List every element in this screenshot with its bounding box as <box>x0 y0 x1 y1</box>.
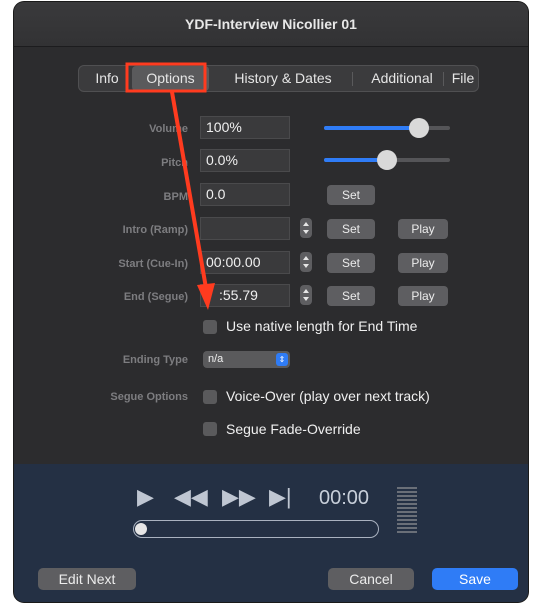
start-play-button[interactable]: Play <box>398 253 448 273</box>
save-button[interactable]: Save <box>432 568 518 590</box>
scrub-bar[interactable] <box>133 520 379 538</box>
window-title: YDF-Interview Nicollier 01 <box>185 16 357 32</box>
intro-field[interactable] <box>200 217 290 240</box>
level-meter <box>397 487 417 535</box>
ending-type-label: Ending Type <box>122 354 188 366</box>
chevron-updown-icon: ⇕ <box>276 353 288 366</box>
tab-info-label: Info <box>95 70 119 86</box>
start-label: Start (Cue-In) <box>118 258 188 270</box>
segue-fade-label: Segue Fade-Override <box>226 421 361 437</box>
edit-next-button[interactable]: Edit Next <box>38 568 136 590</box>
segue-fade-checkbox[interactable] <box>203 422 217 436</box>
tab-separator <box>352 72 353 86</box>
end-set-button[interactable]: Set <box>327 286 375 306</box>
tab-options-label: Options <box>146 70 195 86</box>
transport-time: 00:00 <box>319 487 370 509</box>
end-play-button[interactable]: Play <box>398 286 448 306</box>
volume-slider-knob[interactable] <box>409 118 429 138</box>
segue-options-label: Segue Options <box>110 391 188 403</box>
skip-forward-icon[interactable]: ▶| <box>269 484 292 510</box>
end-field[interactable]: :55.79 <box>200 284 290 307</box>
intro-set-button[interactable]: Set <box>327 219 375 239</box>
bpm-field[interactable]: 0.0 <box>200 183 290 206</box>
stepper-down-icon <box>303 264 309 268</box>
play-icon[interactable]: ▶ <box>137 484 154 510</box>
tab-additional[interactable]: Additional <box>357 66 447 91</box>
start-field[interactable]: 00:00.00 <box>200 251 290 274</box>
title-bar[interactable]: YDF-Interview Nicollier 01 <box>14 2 528 47</box>
track-editor-window: YDF-Interview Nicollier 01 Info Options … <box>14 2 528 602</box>
bpm-label: BPM <box>163 191 188 203</box>
tab-file-label: File <box>451 70 475 86</box>
volume-field[interactable]: 100% <box>200 116 290 139</box>
pitch-field[interactable]: 0.0% <box>200 149 290 172</box>
tab-file[interactable]: File <box>448 66 478 91</box>
start-stepper[interactable] <box>300 252 312 272</box>
stepper-up-icon <box>303 256 309 260</box>
volume-label: Volume <box>149 123 188 135</box>
cancel-button[interactable]: Cancel <box>328 568 414 590</box>
voice-over-label: Voice-Over (play over next track) <box>226 388 430 404</box>
pitch-slider[interactable] <box>324 150 450 170</box>
volume-slider-fill <box>324 126 419 130</box>
tab-info[interactable]: Info <box>87 66 127 91</box>
native-length-label: Use native length for End Time <box>226 318 418 334</box>
rewind-icon[interactable]: ◀◀ <box>174 484 208 510</box>
stepper-up-icon <box>303 289 309 293</box>
tab-options[interactable]: Options <box>132 66 209 91</box>
start-set-button[interactable]: Set <box>327 253 375 273</box>
volume-slider[interactable] <box>324 118 450 138</box>
pitch-slider-knob[interactable] <box>377 150 397 170</box>
tab-history-dates[interactable]: History & Dates <box>219 66 347 91</box>
intro-stepper[interactable] <box>300 218 312 238</box>
end-stepper[interactable] <box>300 285 312 305</box>
stepper-down-icon <box>303 230 309 234</box>
end-label: End (Segue) <box>123 291 188 303</box>
stepper-down-icon <box>303 297 309 301</box>
tab-additional-label: Additional <box>371 70 433 86</box>
bpm-set-button[interactable]: Set <box>327 185 375 205</box>
intro-label: Intro (Ramp) <box>122 224 188 236</box>
scrub-knob[interactable] <box>135 522 147 535</box>
pitch-label: Pitch <box>161 157 188 169</box>
tab-bar: Info Options History & Dates Additional … <box>78 65 479 92</box>
tab-history-dates-label: History & Dates <box>234 70 332 86</box>
voice-over-checkbox[interactable] <box>203 390 217 404</box>
native-length-checkbox[interactable] <box>203 320 217 334</box>
fast-forward-icon[interactable]: ▶▶ <box>222 484 256 510</box>
tab-separator <box>443 72 444 86</box>
stepper-up-icon <box>303 222 309 226</box>
ending-type-select[interactable]: n/a ⇕ <box>203 351 290 368</box>
ending-type-value: n/a <box>208 353 224 365</box>
intro-play-button[interactable]: Play <box>398 219 448 239</box>
